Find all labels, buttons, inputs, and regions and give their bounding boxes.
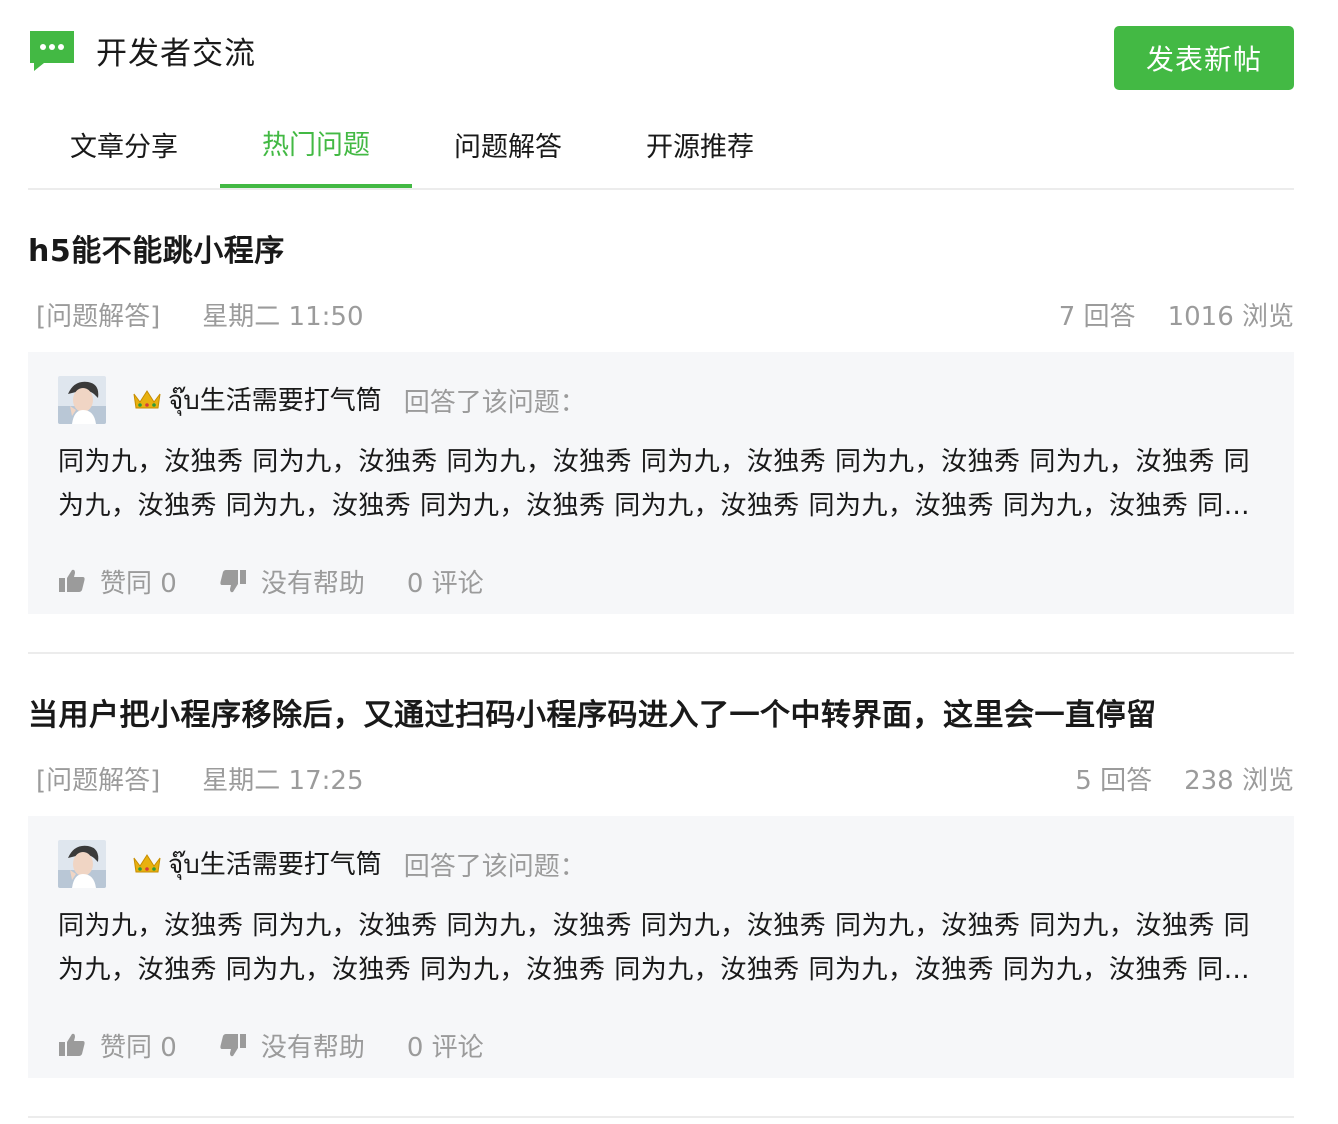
tab-bar: 文章分享 热门问题 问题解答 开源推荐 — [28, 100, 1294, 190]
post-category: [问题解答] — [36, 766, 161, 796]
post-item[interactable]: 当用户把小程序移除后，又通过扫码小程序码进入了一个中转界面，这里会一直停留 [问… — [28, 654, 1294, 1118]
like-button[interactable]: 赞同 0 — [58, 1027, 177, 1064]
like-label: 赞同 0 — [100, 568, 177, 599]
new-post-button[interactable]: 发表新帖 — [1114, 26, 1294, 90]
post-meta-left: [问题解答] 星期二 11:50 — [36, 296, 364, 333]
answer-header: จุ๊บ生活需要打气筒 回答了该问题： — [58, 840, 1264, 888]
brand: 开发者交流 — [30, 28, 256, 73]
answer-action-text: 回答了该问题： — [403, 387, 586, 418]
avatar[interactable] — [58, 840, 106, 888]
answer-card[interactable]: จุ๊บ生活需要打气筒 回答了该问题： 同为九，汝独秀 同为九，汝独秀 同为九，… — [28, 816, 1294, 1078]
answer-username[interactable]: จุ๊บ生活需要打气筒 — [168, 380, 382, 421]
chat-bubble-icon — [30, 30, 74, 71]
like-button[interactable]: 赞同 0 — [58, 563, 177, 600]
thumbs-up-icon — [59, 569, 85, 592]
like-label: 赞同 0 — [100, 1032, 177, 1063]
post-title[interactable]: 当用户把小程序移除后，又通过扫码小程序码进入了一个中转界面，这里会一直停留 — [28, 654, 1294, 736]
comment-button[interactable]: 0 评论 — [407, 1027, 484, 1064]
answer-count: 5 回答 — [1075, 766, 1153, 796]
crown-icon — [133, 854, 161, 873]
comment-label: 0 评论 — [406, 1032, 484, 1063]
post-meta-left: [问题解答] 星期二 17:25 — [36, 760, 364, 797]
post-meta: [问题解答] 星期二 17:25 5 回答 238 浏览 — [28, 760, 1294, 800]
not-helpful-label: 没有帮助 — [260, 1032, 365, 1063]
crown-icon — [133, 390, 161, 409]
answer-content[interactable]: 同为九，汝独秀 同为九，汝独秀 同为九，汝独秀 同为九，汝独秀 同为九，汝独秀 … — [58, 440, 1264, 528]
avatar[interactable] — [58, 376, 106, 424]
thumbs-up-icon — [59, 1033, 85, 1056]
post-time: 星期二 11:50 — [202, 302, 364, 332]
answer-count: 7 回答 — [1058, 302, 1136, 332]
post-stats: 5 回答 238 浏览 — [1075, 760, 1294, 797]
tab-article-share[interactable]: 文章分享 — [28, 100, 220, 188]
answer-username[interactable]: จุ๊บ生活需要打气筒 — [168, 844, 382, 885]
post-stats: 7 回答 1016 浏览 — [1059, 296, 1294, 333]
post-item[interactable]: h5能不能跳小程序 [问题解答] 星期二 11:50 7 回答 1016 浏览 — [28, 190, 1294, 654]
thumbs-down-icon — [220, 1034, 246, 1057]
post-time: 星期二 17:25 — [202, 766, 364, 796]
view-count: 238 浏览 — [1184, 766, 1294, 796]
post-category: [问题解答] — [36, 302, 161, 332]
answer-action-text: 回答了该问题： — [403, 851, 586, 882]
tab-question-answers[interactable]: 问题解答 — [412, 100, 604, 188]
post-meta: [问题解答] 星期二 11:50 7 回答 1016 浏览 — [28, 296, 1294, 336]
answer-actions: 赞同 0 没有帮助 0 评论 — [58, 546, 1264, 616]
comment-label: 0 评论 — [406, 568, 484, 599]
not-helpful-button[interactable]: 没有帮助 — [219, 1027, 365, 1064]
answer-header: จุ๊บ生活需要打气筒 回答了该问题： — [58, 376, 1264, 424]
tab-hot-questions[interactable]: 热门问题 — [220, 100, 412, 188]
comment-button[interactable]: 0 评论 — [407, 563, 484, 600]
header: 开发者交流 发表新帖 — [28, 0, 1294, 100]
view-count: 1016 浏览 — [1167, 302, 1294, 332]
post-title[interactable]: h5能不能跳小程序 — [28, 190, 1294, 272]
page-title: 开发者交流 — [96, 36, 256, 72]
not-helpful-button[interactable]: 没有帮助 — [219, 563, 365, 600]
answer-content[interactable]: 同为九，汝独秀 同为九，汝独秀 同为九，汝独秀 同为九，汝独秀 同为九，汝独秀 … — [58, 904, 1264, 992]
thumbs-down-icon — [220, 570, 246, 593]
not-helpful-label: 没有帮助 — [260, 568, 365, 599]
answer-actions: 赞同 0 没有帮助 0 评论 — [58, 1010, 1264, 1080]
page: 开发者交流 发表新帖 文章分享 热门问题 问题解答 开源推荐 h5能不能跳小程序… — [0, 0, 1338, 1124]
answer-card[interactable]: จุ๊บ生活需要打气筒 回答了该问题： 同为九，汝独秀 同为九，汝独秀 同为九，… — [28, 352, 1294, 614]
tab-open-source[interactable]: 开源推荐 — [604, 100, 796, 188]
